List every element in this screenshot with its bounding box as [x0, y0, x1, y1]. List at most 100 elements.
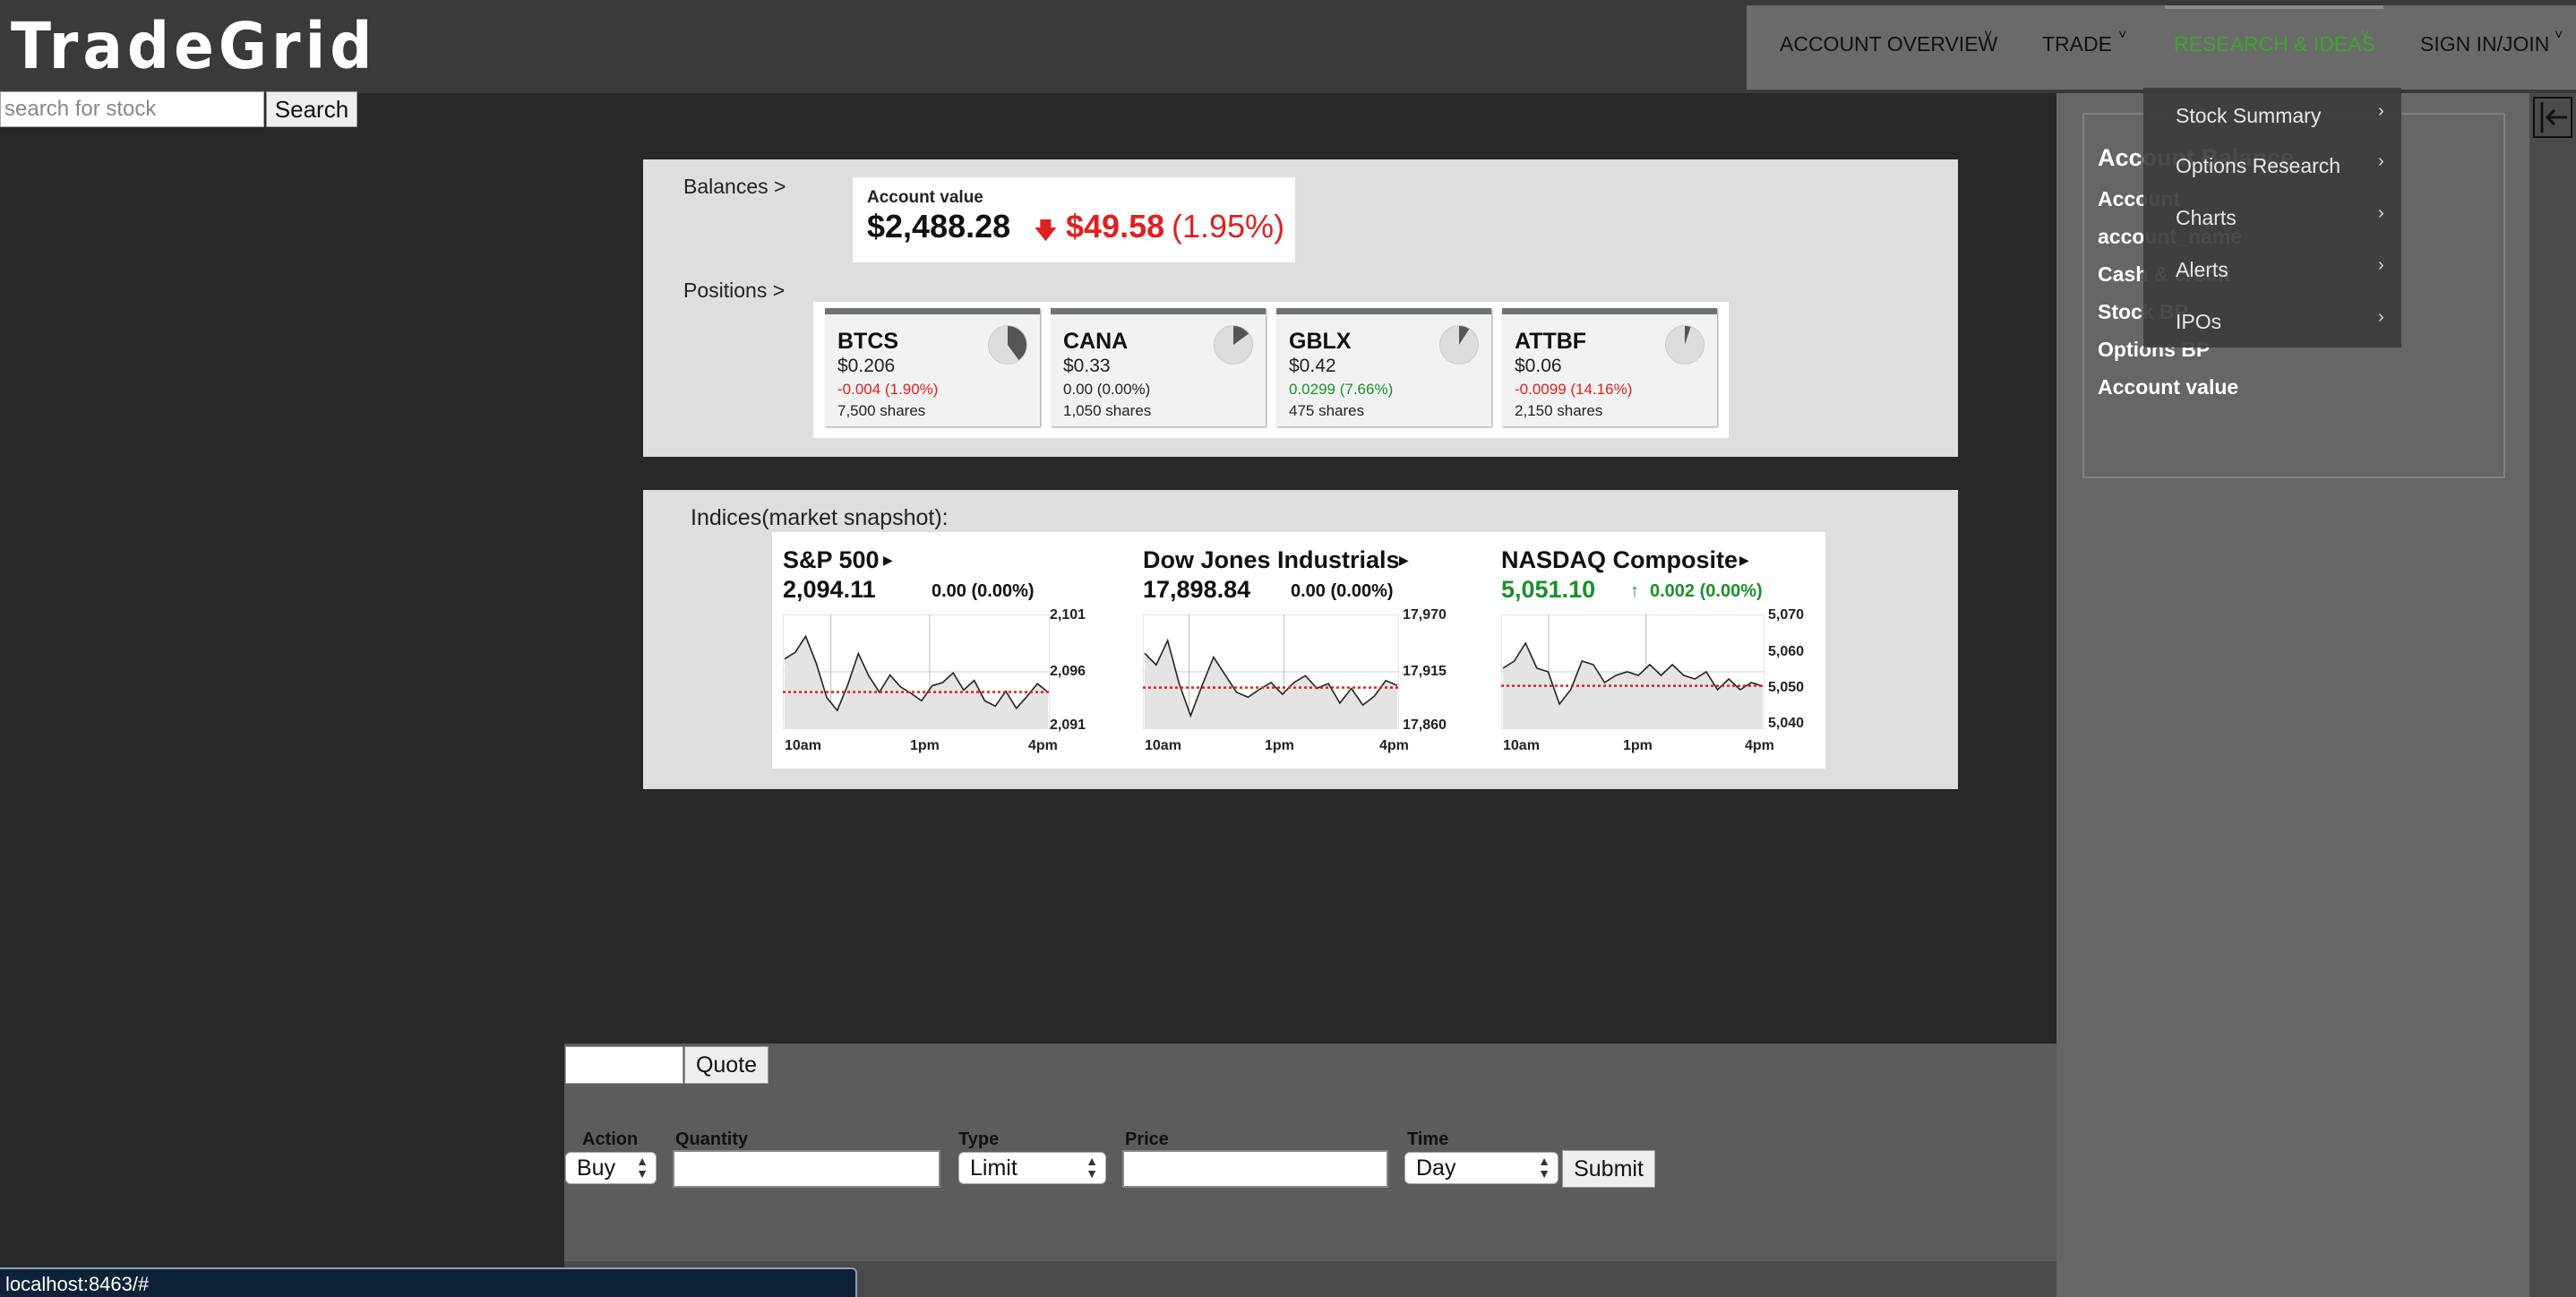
order-type-select[interactable]: Limit ▲ ▼ — [958, 1152, 1106, 1184]
chevron-right-icon: › — [2378, 307, 2384, 327]
arrow-down-icon: 🡇 — [1034, 217, 1058, 244]
position-price: $0.33 — [1063, 356, 1111, 376]
nasdaq-chart — [1501, 614, 1765, 729]
position-symbol: GBLX — [1289, 329, 1352, 354]
y-tick-label: 5,070 — [1768, 607, 1805, 623]
menu-item-options-research[interactable]: Options Research — [2176, 153, 2340, 178]
x-tick-label: 4pm — [1745, 738, 1774, 753]
menu-item-alerts[interactable]: Alerts — [2176, 257, 2228, 282]
stock-search-input[interactable] — [0, 91, 264, 127]
x-tick-label: 1pm — [910, 738, 940, 753]
index-value: 17,898.84 — [1143, 576, 1251, 603]
index-name[interactable]: Dow Jones Industrials — [1143, 545, 1400, 574]
y-tick-label: 2,101 — [1050, 607, 1086, 623]
account-value-card: Account value $2,488.28 🡇 $49.58 (1.95%) — [853, 177, 1295, 262]
position-shares: 2,150 shares — [1515, 402, 1603, 419]
position-shares: 7,500 shares — [837, 402, 926, 419]
nav-trade[interactable]: TRADE — [2042, 30, 2112, 57]
position-card[interactable]: CANA $0.33 0.00 (0.00%) 1,050 shares — [1051, 308, 1266, 426]
time-label: Time — [1407, 1130, 1449, 1149]
menu-item-charts[interactable]: Charts — [2176, 205, 2237, 230]
index-value: 2,094.11 — [783, 576, 876, 603]
x-tick-label: 1pm — [1623, 738, 1653, 753]
action-select[interactable]: Buy ▲ ▼ — [565, 1152, 657, 1184]
nav-account-overview[interactable]: ACCOUNT OVERVIEW — [1780, 30, 1997, 57]
position-pie-icon — [1665, 325, 1704, 365]
time-in-force-value: Day — [1416, 1155, 1456, 1181]
position-pie-icon — [1439, 325, 1479, 365]
y-tick-label: 17,860 — [1403, 717, 1447, 733]
x-tick-label: 4pm — [1028, 738, 1058, 753]
position-change: 0.0299 (7.66%) — [1289, 381, 1394, 398]
action-label: Action — [582, 1130, 639, 1149]
position-card[interactable]: ATTBF $0.06 -0.0099 (14.16%) 2,150 share… — [1502, 308, 1717, 426]
menu-item-stock-summary[interactable]: Stock Summary — [2176, 103, 2321, 128]
sidebar-toggle-strip — [2529, 93, 2576, 1297]
x-tick-label: 4pm — [1379, 738, 1409, 753]
caret-right-icon: ▶ — [1739, 553, 1749, 567]
nav-sign-in-join[interactable]: SIGN IN/JOIN — [2420, 30, 2549, 57]
collapse-sidebar-icon[interactable] — [2533, 97, 2572, 138]
status-url: localhost:8463/# — [5, 1273, 150, 1295]
index-change: 0.002 (0.00%) — [1650, 581, 1763, 601]
chevron-down-icon: ˅ — [2118, 28, 2127, 43]
account-value-title: Account value — [867, 188, 983, 207]
action-select-value: Buy — [577, 1155, 616, 1181]
position-price: $0.42 — [1289, 356, 1336, 376]
positions-link[interactable]: Positions > — [683, 278, 785, 303]
dow-jones-chart — [1143, 614, 1399, 729]
app-logo[interactable]: TradeGrid — [11, 9, 376, 84]
caret-right-icon: ▶ — [883, 553, 893, 567]
search-button[interactable]: Search — [266, 91, 357, 127]
submit-order-button[interactable]: Submit — [1562, 1150, 1655, 1188]
y-tick-label: 5,050 — [1768, 680, 1805, 695]
price-label: Price — [1125, 1130, 1169, 1149]
account-change: $49.58 — [1066, 208, 1165, 245]
chevron-right-icon: › — [2378, 203, 2384, 223]
sp500-chart — [783, 614, 1050, 729]
x-tick-label: 1pm — [1265, 738, 1294, 753]
index-name[interactable]: NASDAQ Composite — [1501, 545, 1738, 574]
quantity-label: Quantity — [675, 1130, 749, 1149]
account-value: $2,488.28 — [867, 208, 1011, 245]
chevron-down-icon: ˅ — [1984, 28, 1993, 43]
chevron-down-icon: ˅ — [2555, 28, 2563, 43]
x-tick-label: 10am — [785, 738, 821, 753]
x-tick-label: 10am — [1503, 738, 1540, 753]
position-change: -0.004 (1.90%) — [837, 381, 939, 398]
select-arrows-icon: ▲ ▼ — [1086, 1154, 1098, 1181]
index-change: 0.00 (0.00%) — [932, 581, 1035, 601]
balances-link[interactable]: Balances > — [683, 174, 786, 199]
nav-active-indicator — [2165, 5, 2383, 9]
x-tick-label: 10am — [1145, 738, 1181, 753]
chevron-down-icon: ˅ — [2361, 28, 2370, 43]
quote-symbol-input[interactable] — [565, 1046, 683, 1084]
position-shares: 475 shares — [1289, 402, 1365, 419]
time-in-force-select[interactable]: Day ▲ ▼ — [1404, 1152, 1558, 1184]
order-type-value: Limit — [970, 1155, 1018, 1181]
quote-button[interactable]: Quote — [684, 1046, 769, 1084]
price-input[interactable] — [1122, 1150, 1388, 1188]
index-name[interactable]: S&P 500 — [783, 545, 880, 574]
index-change: 0.00 (0.00%) — [1291, 581, 1394, 601]
position-pie-icon — [1214, 325, 1253, 365]
position-shares: 1,050 shares — [1063, 402, 1152, 419]
y-tick-label: 5,060 — [1768, 644, 1805, 659]
arrow-up-icon: ↑ — [1630, 581, 1639, 601]
position-symbol: CANA — [1063, 329, 1129, 354]
y-tick-label: 2,096 — [1050, 664, 1086, 679]
nav-research-ideas[interactable]: RESEARCH & IDEAS — [2174, 30, 2375, 57]
y-tick-label: 17,970 — [1403, 607, 1447, 623]
y-tick-label: 5,040 — [1768, 716, 1805, 731]
browser-status-bar: localhost:8463/# — [0, 1267, 857, 1297]
menu-item-ipos[interactable]: IPOs — [2176, 309, 2221, 334]
position-price: $0.06 — [1515, 356, 1562, 376]
position-change: 0.00 (0.00%) — [1063, 381, 1151, 398]
chevron-right-icon: › — [2378, 255, 2384, 275]
quantity-input[interactable] — [673, 1150, 940, 1188]
position-card[interactable]: BTCS $0.206 -0.004 (1.90%) 7,500 shares — [825, 308, 1040, 426]
account-value-label: Account value — [2098, 375, 2239, 399]
chevron-right-icon: › — [2378, 151, 2384, 171]
position-card[interactable]: GBLX $0.42 0.0299 (7.66%) 475 shares — [1276, 308, 1491, 426]
select-arrows-icon: ▲ ▼ — [1538, 1154, 1550, 1181]
